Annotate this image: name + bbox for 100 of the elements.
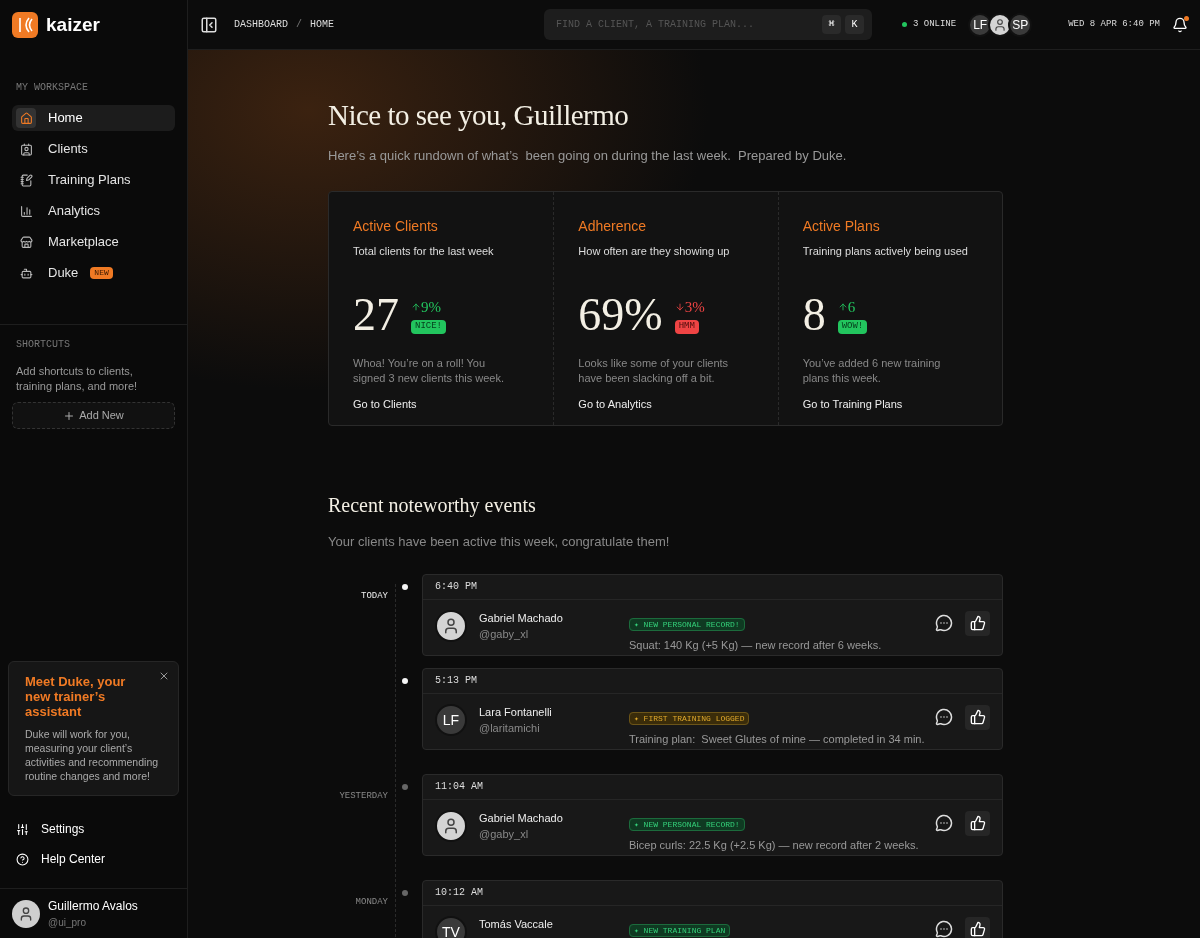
nav-item[interactable]: Clients — [12, 136, 175, 162]
arrow-up-icon — [837, 301, 848, 312]
client-name: Gabriel Machado — [479, 610, 564, 626]
brand-name: kaizer — [46, 12, 100, 37]
thumbs-up-icon — [969, 921, 986, 937]
thumbs-up-icon — [969, 615, 986, 631]
arrow-up-icon — [411, 301, 421, 312]
stat-description: You’ve added 6 new training plans this week. — [802, 355, 942, 386]
event-description: Training plan: Sweet Glutes of mine — completed in 34 min. — [629, 731, 926, 747]
event-time: 6:40 PM — [423, 574, 1002, 600]
greeting-subtitle: Here’s a quick rundown of what’s been going on during the last week. Prepared by Duke. — [328, 146, 848, 165]
stat-subtitle: How often are they showing up — [578, 244, 731, 259]
shortcuts-hint: Add shortcuts to clients, training plans, and more! — [15, 364, 139, 394]
stat-value: 69% — [578, 291, 663, 338]
promo-text: Duke will work for you, measuring your client’s activities and recommending routine changes and more! — [25, 727, 160, 783]
client-handle: @laritamichi — [479, 721, 541, 736]
nav-item[interactable]: Duke NEW — [12, 260, 175, 286]
comment-icon[interactable] — [935, 707, 953, 726]
close-icon[interactable] — [158, 670, 170, 682]
nav-item[interactable]: Settings — [16, 820, 171, 838]
avatar — [435, 809, 467, 842]
notification-bell-icon[interactable] — [1172, 16, 1188, 33]
robot-icon — [19, 266, 33, 280]
notebook-pen-icon — [19, 173, 33, 187]
add-new-button[interactable]: Add New — [12, 402, 175, 429]
avatar — [435, 609, 467, 642]
day-label: TODAY — [361, 590, 388, 601]
shortcut-key: ⌘ — [822, 15, 842, 34]
avatar: SP — [1008, 12, 1033, 37]
stat-subtitle: Training plans actively being used — [802, 244, 969, 259]
client-name: Tomás Vaccale — [479, 916, 554, 932]
contact-card-icon — [19, 142, 33, 156]
help-icon — [16, 852, 29, 866]
store-icon — [19, 235, 33, 249]
section-subtitle: Your clients have been active this week, congratulate them! — [328, 533, 671, 551]
user-avatar — [12, 899, 40, 928]
event-time: 11:04 AM — [423, 774, 1002, 800]
promo-title: Meet Duke, your new trainer’s assistant — [25, 674, 127, 719]
online-count: 3 ONLINE — [912, 17, 957, 31]
like-button[interactable] — [965, 916, 990, 938]
stat-delta: 3% — [674, 295, 705, 318]
user-name: Guillermo Avalos — [48, 898, 138, 915]
stat-description: Whoa! You’re on a roll! You signed 3 new clients this week. — [353, 355, 506, 386]
comment-icon[interactable] — [935, 813, 953, 832]
thumbs-up-icon — [969, 709, 986, 725]
like-button[interactable] — [965, 610, 990, 636]
sidebar-toggle-icon[interactable] — [200, 15, 218, 34]
like-button[interactable] — [965, 810, 990, 836]
nav-item[interactable]: Home — [12, 105, 175, 131]
like-button[interactable] — [965, 704, 990, 730]
stat-subtitle: Total clients for the last week — [353, 244, 495, 259]
section-heading: Recent noteworthy events — [328, 493, 537, 519]
client-handle: @gaby_xl — [479, 627, 530, 642]
day-label: MONDAY — [355, 896, 388, 907]
thumbs-up-icon — [969, 815, 986, 831]
section-title: MY WORKSPACE — [15, 81, 89, 95]
avatar: LF — [435, 703, 467, 736]
day-label: YESTERDAY — [339, 790, 388, 801]
nav-item[interactable]: Help Center — [16, 850, 171, 868]
plus-icon — [63, 409, 76, 422]
nav-item[interactable]: Analytics — [12, 198, 175, 224]
breadcrumb-item[interactable]: DASHBOARD — [234, 17, 288, 32]
arrow-down-icon — [674, 301, 685, 312]
stat-description: Looks like some of your clients have been slacking off a bit. — [578, 355, 730, 386]
user-handle: @ui_pro — [48, 916, 87, 930]
stat-title: Active Clients — [353, 217, 439, 236]
settings-icon — [16, 822, 29, 836]
stat-delta: 6 — [837, 295, 856, 318]
stat-title: Active Plans — [802, 217, 881, 236]
logo-icon — [12, 12, 38, 38]
stat-tag: HMM — [674, 320, 699, 334]
shortcut-key: K — [845, 15, 865, 34]
stat-link[interactable]: Go to Training Plans — [802, 395, 978, 412]
event-description: Squat: 140 Kg (+5 Kg) — new record after 6 weeks. — [629, 637, 883, 653]
comment-icon[interactable] — [935, 919, 953, 938]
home-icon — [19, 111, 33, 125]
nav-item[interactable]: Training Plans — [12, 167, 175, 193]
stat-value: 27 — [353, 291, 399, 338]
comment-icon[interactable] — [935, 613, 953, 632]
event-badge: ✦ NEW PERSONAL RECORD! — [629, 817, 745, 831]
bar-chart-icon — [19, 204, 33, 218]
stat-tag: NICE! — [411, 320, 446, 334]
event-time: 10:12 AM — [423, 880, 1002, 906]
stat-title: Adherence — [578, 217, 648, 236]
event-description: Bicep curls: 22.5 Kg (+2.5 Kg) — new record after 2 weeks. — [629, 837, 920, 853]
event-badge: ✦ NEW TRAINING PLAN — [629, 923, 731, 937]
nav-item[interactable]: Marketplace — [12, 229, 175, 255]
stat-link[interactable]: Go to Clients — [353, 395, 530, 412]
event-badge: ✦ NEW PERSONAL RECORD! — [629, 617, 745, 631]
date-time: WED 8 APR 6:40 PM — [1068, 17, 1160, 31]
avatar: TV — [435, 915, 467, 938]
stat-delta: 9% — [411, 295, 441, 318]
client-handle: @gaby_xl — [479, 827, 530, 842]
client-name: Gabriel Machado — [479, 810, 564, 826]
greeting-title: Nice to see you, Guillermo — [328, 98, 630, 133]
section-title: SHORTCUTS — [15, 338, 71, 352]
breadcrumb-item[interactable]: HOME — [310, 17, 335, 32]
new-badge: NEW — [90, 267, 113, 279]
stat-tag: WOW! — [837, 320, 868, 334]
stat-link[interactable]: Go to Analytics — [578, 395, 754, 412]
